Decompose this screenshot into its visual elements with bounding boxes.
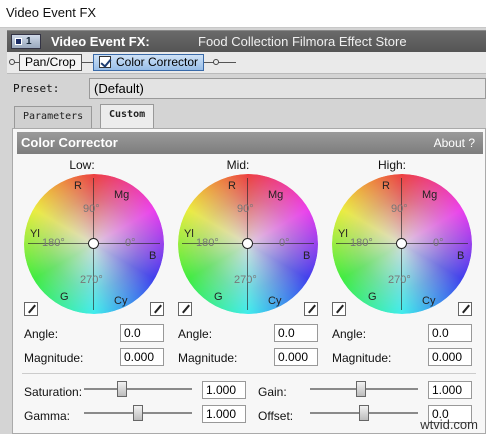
wheel-mark-0: 0° (125, 237, 136, 249)
wheel-mark-0: 0° (279, 237, 290, 249)
wheel-mark-270: 270° (234, 274, 257, 286)
wheel-hub-handle[interactable] (396, 238, 407, 249)
wheel-mark-180: 180° (196, 237, 219, 249)
wheel-mark-cy: Cy (114, 295, 128, 307)
slider-thumb[interactable] (355, 381, 366, 397)
tab-custom[interactable]: Custom (100, 104, 155, 129)
magnitude-label: Magnitude: (332, 351, 392, 365)
gamma-input[interactable]: 1.000 (202, 405, 246, 423)
fx-header-bar: 1 Video Event FX: Food Collection Filmor… (7, 30, 486, 52)
slider-thumb[interactable] (133, 405, 143, 421)
wheel-mark-b: B (303, 250, 311, 262)
panel-title: Color Corrector (21, 135, 118, 150)
eyedropper-icon[interactable] (178, 302, 192, 316)
saturation-input[interactable]: 1.000 (202, 381, 246, 399)
slider-track (84, 388, 192, 390)
fx-plugin-name: Food Collection Filmora Effect Store (198, 34, 407, 49)
magnitude-label: Magnitude: (178, 351, 238, 365)
eyedropper-icon[interactable] (332, 302, 346, 316)
wheel-hub-handle[interactable] (242, 238, 253, 249)
eyedropper-icon[interactable] (24, 302, 38, 316)
plugin-chain: Pan/Crop Color Corrector (7, 52, 486, 74)
wheel-mark-90: 90° (237, 203, 254, 215)
preset-label: Preset: (13, 82, 60, 95)
color-corrector-label: Color Corrector (116, 55, 199, 69)
fx-number-badge[interactable]: 1 (11, 34, 41, 49)
color-corrector-button[interactable]: Color Corrector (93, 54, 205, 71)
wheel-mark-90: 90° (83, 203, 100, 215)
wheel-mark-b: B (149, 250, 157, 262)
pan-crop-button[interactable]: Pan/Crop (19, 54, 82, 71)
wheel-mark-yl: Yl (338, 228, 348, 240)
gain-label: Gain: (258, 385, 287, 399)
wheel-mid-label: Mid: (226, 158, 250, 172)
wheel-hub-handle[interactable] (88, 238, 99, 249)
wheel-mark-180: 180° (350, 237, 373, 249)
slider-thumb[interactable] (116, 381, 127, 397)
wheel-mark-180: 180° (42, 237, 65, 249)
section-divider (22, 373, 476, 374)
offset-label: Offset: (258, 409, 294, 423)
wheel-mark-b: B (457, 250, 465, 262)
tab-parameters[interactable]: Parameters (14, 106, 93, 128)
angle-label: Angle: (178, 327, 213, 341)
eyedropper-icon[interactable] (304, 302, 318, 316)
checkbox-icon[interactable] (99, 55, 111, 68)
wheel-mark-270: 270° (388, 274, 411, 286)
window-title: Video Event FX (6, 5, 97, 20)
gain-slider[interactable] (310, 381, 418, 397)
watermark: wtvid.com (420, 417, 478, 432)
color-wheel-low[interactable]: R Mg B Cy G Yl 90° 180° 0° 270° (24, 174, 164, 314)
mid-magnitude-input[interactable]: 0.000 (274, 348, 318, 366)
saturation-label: Saturation: (24, 385, 83, 399)
wheel-mark-cy: Cy (268, 295, 282, 307)
title-bar: Video Event FX (0, 0, 486, 28)
saturation-slider[interactable] (84, 381, 192, 397)
about-link[interactable]: About ? (434, 136, 475, 150)
wheel-mark-mg: Mg (422, 189, 438, 201)
wheel-mark-0: 0° (433, 237, 444, 249)
chain-end-dot (213, 59, 219, 65)
low-angle-input[interactable]: 0.0 (120, 324, 164, 342)
gamma-label: Gamma: (24, 409, 71, 423)
wheel-low-label: Low: (69, 158, 95, 172)
fx-title: Video Event FX: (51, 34, 150, 49)
angle-label: Angle: (332, 327, 367, 341)
preset-dropdown[interactable]: (Default) (89, 78, 486, 99)
color-wheel-high[interactable]: R Mg B Cy G Yl 90° 180° 0° 270° (332, 174, 472, 314)
eyedropper-icon[interactable] (458, 302, 472, 316)
wheel-high-label: High: (377, 158, 406, 172)
magnitude-label: Magnitude: (24, 351, 84, 365)
gamma-slider[interactable] (84, 405, 192, 421)
panel-header: Color Corrector About ? (17, 132, 483, 154)
wheel-mark-mg: Mg (114, 189, 130, 201)
wheel-mark-mg: Mg (268, 189, 284, 201)
wheel-mark-cy: Cy (422, 295, 436, 307)
high-magnitude-input[interactable]: 0.000 (428, 348, 472, 366)
eyedropper-icon[interactable] (150, 302, 164, 316)
wheel-mark-yl: Yl (30, 228, 40, 240)
fx-number: 1 (26, 36, 32, 47)
wheel-mark-r: R (228, 180, 236, 192)
color-wheel-mid[interactable]: R Mg B Cy G Yl 90° 180° 0° 270° (178, 174, 318, 314)
square-icon (15, 37, 22, 45)
preset-row: Preset: (Default) (7, 78, 486, 100)
mid-angle-input[interactable]: 0.0 (274, 324, 318, 342)
wheel-mark-g: G (368, 291, 377, 303)
angle-label: Angle: (24, 327, 59, 341)
low-magnitude-input[interactable]: 0.000 (120, 348, 164, 366)
wheel-mark-r: R (382, 180, 390, 192)
wheel-mark-90: 90° (391, 203, 408, 215)
wheel-mark-g: G (60, 291, 69, 303)
wheel-mark-r: R (74, 180, 82, 192)
high-angle-input[interactable]: 0.0 (428, 324, 472, 342)
chain-start-dot (9, 59, 15, 65)
offset-slider[interactable] (310, 405, 418, 421)
wheel-mark-270: 270° (80, 274, 103, 286)
slider-thumb[interactable] (359, 405, 369, 421)
wheel-mark-yl: Yl (184, 228, 194, 240)
wheel-mark-g: G (214, 291, 223, 303)
gain-input[interactable]: 1.000 (428, 381, 472, 399)
